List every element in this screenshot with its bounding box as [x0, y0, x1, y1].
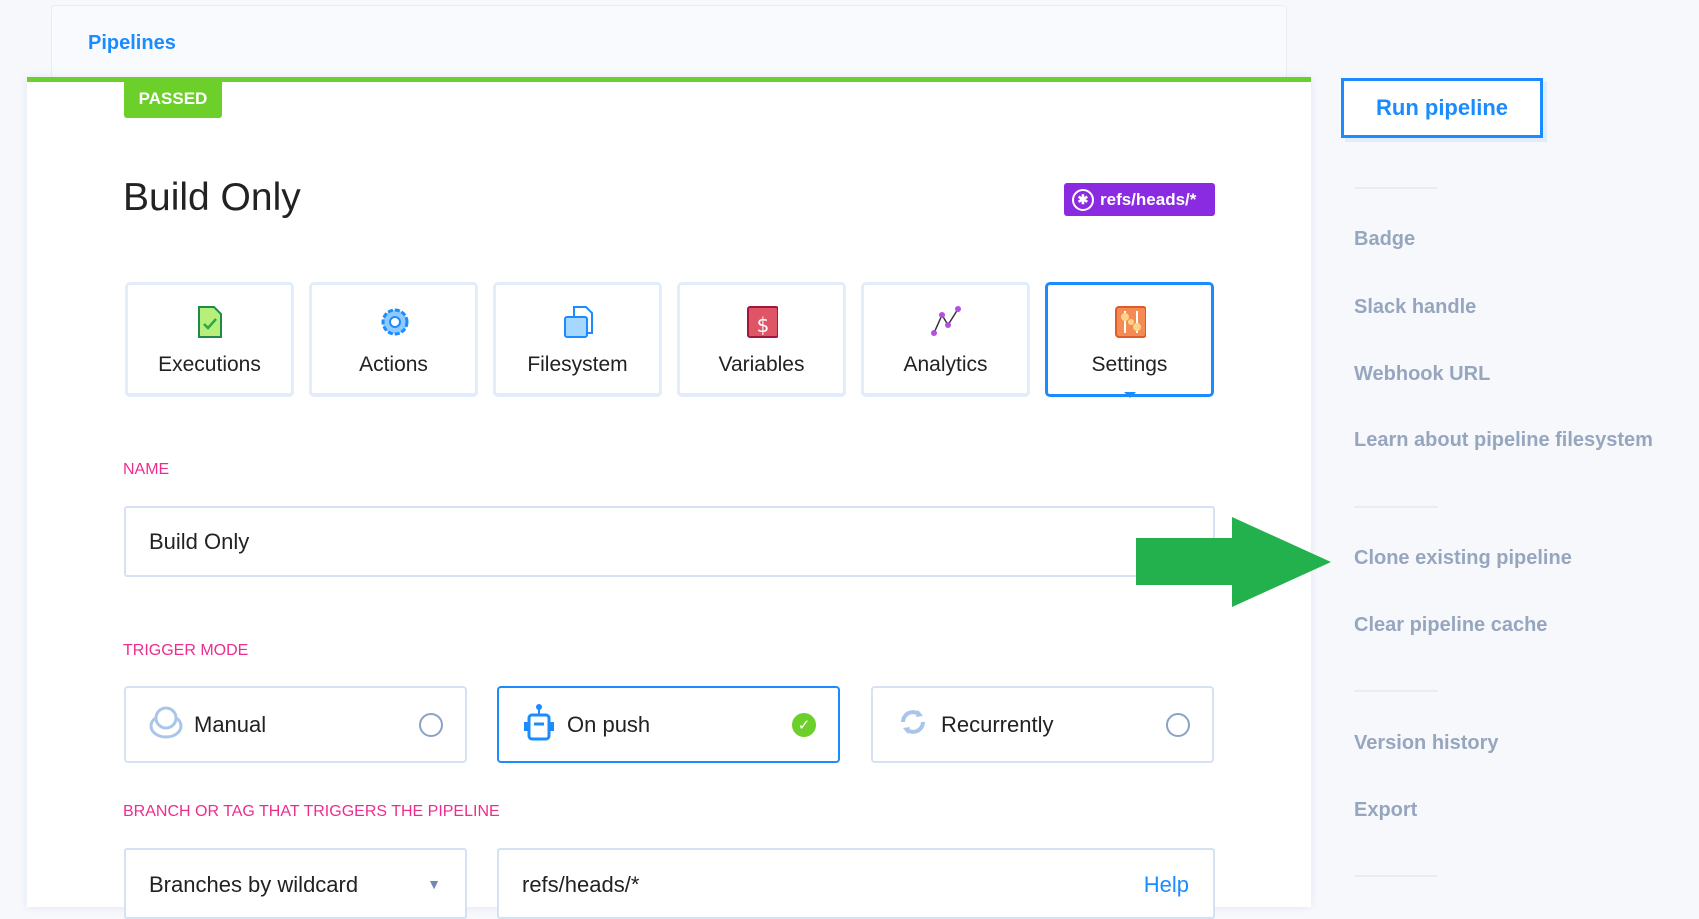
tab-settings[interactable]: Settings: [1045, 282, 1214, 398]
sidebar-link-clear-cache[interactable]: Clear pipeline cache: [1354, 614, 1547, 637]
name-input-value: Build Only: [149, 528, 250, 554]
help-link[interactable]: Help: [1144, 872, 1189, 898]
dollar-icon: $: [746, 305, 778, 339]
tab-actions[interactable]: Actions: [309, 282, 478, 397]
green-arrow-annotation-icon: [1136, 517, 1331, 607]
breadcrumb-bar: Pipelines: [51, 5, 1287, 85]
run-pipeline-button[interactable]: Run pipeline: [1341, 78, 1543, 138]
branch-label: BRANCH OR TAG THAT TRIGGERS THE PIPELINE: [123, 803, 500, 820]
tab-analytics[interactable]: Analytics: [861, 282, 1030, 397]
robot-icon: [521, 703, 557, 747]
sidebar-link-export[interactable]: Export: [1354, 799, 1417, 822]
sidebar-link-learn-filesystem[interactable]: Learn about pipeline filesystem: [1354, 429, 1653, 452]
tab-filesystem[interactable]: Filesystem: [493, 282, 662, 397]
sidebar-link-slack-handle[interactable]: Slack handle: [1354, 296, 1476, 319]
divider: [1354, 187, 1438, 189]
tab-label: Analytics: [903, 353, 988, 376]
sliders-icon: [1114, 305, 1146, 339]
branch-mode-select[interactable]: Branches by wildcard ▼: [124, 848, 467, 919]
tab-label: Filesystem: [527, 353, 628, 376]
radio-checked-icon: ✓: [792, 712, 816, 737]
sidebar-link-version-history[interactable]: Version history: [1354, 732, 1499, 755]
radio-unchecked-icon: [1166, 712, 1190, 737]
tab-label: Actions: [359, 353, 428, 376]
status-badge: PASSED: [124, 80, 222, 118]
line-chart-icon: [930, 305, 962, 339]
option-label: On push: [567, 711, 651, 737]
asterisk-icon: ✱: [1072, 188, 1094, 211]
trigger-option-on-push[interactable]: On push ✓: [497, 686, 840, 763]
sidebar-link-clone-pipeline[interactable]: Clone existing pipeline: [1354, 547, 1572, 570]
tab-variables[interactable]: $ Variables: [677, 282, 846, 397]
branch-badge: ✱ refs/heads/*: [1064, 183, 1215, 216]
divider: [1354, 875, 1438, 877]
name-label: NAME: [123, 461, 170, 478]
tab-executions[interactable]: Executions: [125, 282, 294, 397]
tab-label: Executions: [158, 353, 261, 376]
option-label: Recurrently: [941, 711, 1054, 737]
refresh-icon: [895, 704, 931, 746]
branch-badge-text: refs/heads/*: [1100, 189, 1197, 209]
divider: [1354, 690, 1438, 692]
file-check-icon: [194, 305, 226, 339]
trigger-option-recurrently[interactable]: Recurrently: [871, 686, 1214, 763]
tab-label: Variables: [718, 353, 805, 376]
radio-unchecked-icon: [419, 712, 443, 737]
chevron-down-icon: ▼: [427, 876, 441, 892]
hand-icon: [148, 704, 184, 746]
gear-icon: [378, 305, 410, 339]
folder-files-icon: [562, 305, 594, 339]
tab-label: Settings: [1091, 353, 1168, 376]
sidebar-link-webhook-url[interactable]: Webhook URL: [1354, 363, 1490, 386]
branch-pattern-input[interactable]: refs/heads/* Help: [497, 848, 1215, 919]
branch-pattern-value: refs/heads/*: [522, 872, 640, 897]
sidebar-link-badge[interactable]: Badge: [1354, 228, 1415, 251]
trigger-option-manual[interactable]: Manual: [124, 686, 467, 763]
trigger-mode-label: TRIGGER MODE: [123, 642, 249, 659]
svg-text:$: $: [756, 313, 769, 337]
page-title: Build Only: [123, 176, 301, 219]
divider: [1354, 506, 1438, 508]
breadcrumb-pipelines-link[interactable]: Pipelines: [88, 32, 176, 55]
name-input[interactable]: Build Only: [124, 506, 1215, 577]
option-label: Manual: [194, 711, 267, 737]
branch-mode-value: Branches by wildcard: [149, 872, 359, 897]
